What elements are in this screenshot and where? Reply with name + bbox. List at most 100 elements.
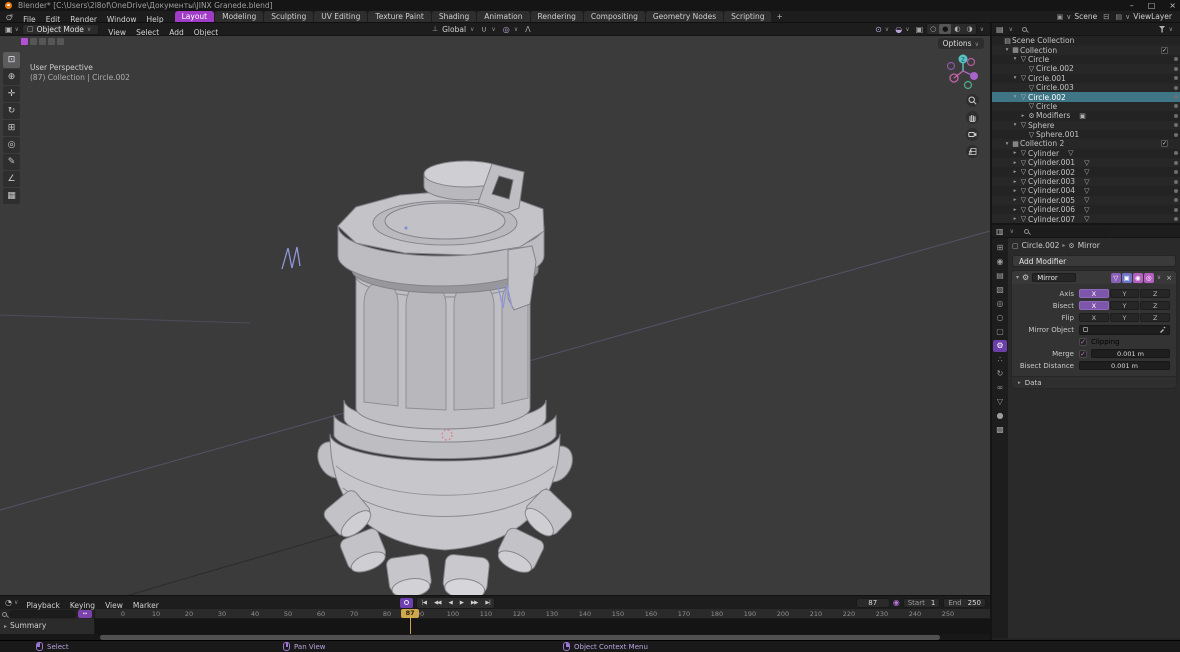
modifiers-tab[interactable]: ⚙ xyxy=(993,340,1007,352)
perspective-toggle-icon[interactable] xyxy=(966,145,979,158)
end-frame-field[interactable]: End 250 xyxy=(943,597,986,608)
summary-channel[interactable]: ▸ Summary xyxy=(0,619,94,630)
outliner-search[interactable] xyxy=(1018,24,1156,34)
row-restriction-icon[interactable] xyxy=(1174,95,1178,100)
mirror-object-field[interactable] xyxy=(1079,324,1170,335)
visibility-checkbox[interactable]: ✓ xyxy=(1161,46,1168,54)
constraints-tab[interactable]: ∞ xyxy=(993,382,1007,394)
properties-search[interactable] xyxy=(1020,226,1109,236)
outliner-row[interactable]: ▾ ▽ Sphere xyxy=(992,120,1180,130)
keying-set-icon[interactable]: ◉ xyxy=(893,598,900,607)
camera-view-icon[interactable] xyxy=(966,128,979,141)
outliner-row[interactable]: ▸ ▽ Cylinder.001 ▽ xyxy=(992,158,1180,168)
next-keyframe-button[interactable]: ▶▶ xyxy=(467,598,481,608)
show-gizmo-icon[interactable]: ⊙ xyxy=(875,25,882,34)
outliner-row[interactable]: ▾ ▽ Circle xyxy=(992,55,1180,64)
row-restriction-icon[interactable] xyxy=(1174,198,1178,203)
auto-keyframe-button[interactable] xyxy=(400,597,413,608)
on-cage-toggle[interactable]: ▽ xyxy=(1110,272,1121,283)
row-restriction-icon[interactable] xyxy=(1174,132,1178,137)
add-modifier-button[interactable]: Add Modifier xyxy=(1012,255,1176,267)
delete-modifier-icon[interactable]: × xyxy=(1166,274,1172,282)
edit-mode-toggle[interactable]: ▣ xyxy=(1121,272,1132,283)
row-restriction-icon[interactable] xyxy=(1174,188,1178,193)
outliner-row[interactable]: ▸ ▽ Cylinder.004 ▽ xyxy=(992,186,1180,195)
expand-arrow-icon[interactable]: ▾ xyxy=(1011,75,1019,81)
physics-tab[interactable]: ↻ xyxy=(993,368,1007,380)
outliner-row[interactable]: ▾ ▦ Collection 2 ✓ xyxy=(992,139,1180,149)
options-button[interactable]: Options ∨ xyxy=(937,38,984,49)
tab-animation[interactable]: Animation xyxy=(477,11,530,22)
breadcrumb-object[interactable]: Circle.002 xyxy=(1022,241,1060,250)
expand-arrow-icon[interactable]: ▾ xyxy=(1003,141,1011,147)
expand-arrow-icon[interactable]: ▸ xyxy=(1011,207,1019,213)
row-restriction-icon[interactable] xyxy=(1174,85,1178,90)
outliner-row[interactable]: ▸ ▽ Cylinder.002 ▽ xyxy=(992,167,1180,177)
proportional-editing-icon[interactable]: ◎ xyxy=(503,25,510,34)
outliner-row[interactable]: ▸ ▽ Cylinder ▽ xyxy=(992,149,1180,158)
snap-magnet-icon[interactable]: ∩ xyxy=(481,25,487,34)
tab-geometry-nodes[interactable]: Geometry Nodes xyxy=(645,11,724,22)
tool-chip[interactable] xyxy=(57,38,64,45)
tool-chip[interactable] xyxy=(30,38,37,45)
modifier-panel-header[interactable]: ▾ ⚙ Mirror ▽ ▣ ◉ ◎ ∨ × xyxy=(1012,271,1176,284)
outliner-row[interactable]: ▽ Circle xyxy=(992,101,1180,112)
row-restriction-icon[interactable] xyxy=(1174,104,1178,109)
measure-tool[interactable]: ∠ xyxy=(3,171,20,187)
play-button[interactable]: ▶ xyxy=(456,598,467,608)
outliner-row[interactable]: ▽ Circle.002 xyxy=(992,64,1180,74)
merge-checkbox[interactable]: ✓ xyxy=(1079,349,1087,358)
select-box-tool[interactable]: ⊡ xyxy=(3,52,20,68)
xray-toggle-icon[interactable]: ▣ xyxy=(916,25,924,34)
visibility-checkbox[interactable]: ✓ xyxy=(1161,140,1168,148)
gizmo-neg-x-axis[interactable] xyxy=(946,61,956,71)
outliner-row[interactable]: ▤ Scene Collection xyxy=(992,36,1180,45)
editor-type-properties-icon[interactable]: ▥ xyxy=(996,227,1006,236)
modifier-extras-icon[interactable]: ∨ xyxy=(1157,274,1161,281)
expand-arrow-icon[interactable]: ▾ xyxy=(1011,56,1019,62)
timeline-ruler[interactable]: 0 10 20 30 40 50 60 70 80 90 100 110 120 130 140 150 160… xyxy=(95,609,990,619)
row-restriction-icon[interactable] xyxy=(1174,207,1178,212)
view-layer-tab[interactable]: ▧ xyxy=(993,284,1007,296)
row-restriction-icon[interactable] xyxy=(1174,123,1178,128)
data-tab[interactable]: ▽ xyxy=(993,396,1007,408)
prev-keyframe-button[interactable]: ◀◀ xyxy=(430,598,444,608)
expand-arrow-icon[interactable]: ▾ xyxy=(1011,122,1019,128)
expand-arrow-icon[interactable]: ▸ xyxy=(1019,113,1027,119)
expand-arrow-icon[interactable]: ▾ xyxy=(1011,94,1019,100)
axis-y-button[interactable]: Y xyxy=(1109,289,1140,298)
navigation-gizmo[interactable]: Z xyxy=(944,52,982,90)
row-restriction-icon[interactable] xyxy=(1174,66,1178,71)
shading-mode-0[interactable]: ○ xyxy=(927,24,939,34)
shading-mode-3[interactable]: ◑ xyxy=(963,24,975,34)
gizmo-x-axis[interactable] xyxy=(970,72,978,80)
outliner-row[interactable]: ▸ ⚙ Modifiers ▣ xyxy=(992,111,1180,120)
expand-arrow-icon[interactable]: ▸ xyxy=(1011,197,1019,203)
timeline-track-area[interactable]: 0 10 20 30 40 50 60 70 80 90 100 110 120 130 140 150 160… xyxy=(95,609,990,634)
viewport-canvas[interactable]: User Perspective (87) Collection | Circl… xyxy=(0,36,990,595)
timeline-menu-playback[interactable]: Playback xyxy=(21,601,64,610)
mode-selector[interactable]: ▢ Object Mode ∨ xyxy=(21,23,100,35)
tab-compositing[interactable]: Compositing xyxy=(583,11,645,22)
annotate-tool[interactable]: ✎ xyxy=(3,154,20,170)
outliner-row[interactable]: ▸ ▽ Cylinder.006 ▽ xyxy=(992,205,1180,214)
row-restriction-icon[interactable] xyxy=(1174,160,1178,165)
lattice-widget-left[interactable] xyxy=(281,246,301,270)
outliner-row[interactable]: ▾ ▽ Circle.002 xyxy=(992,92,1180,102)
axis-z-button[interactable]: Z xyxy=(1140,289,1171,298)
tab-texture-paint[interactable]: Texture Paint xyxy=(368,11,431,22)
row-restriction-icon[interactable] xyxy=(1174,113,1178,118)
outliner-row[interactable]: ▸ ▽ Cylinder.003 ▽ xyxy=(992,176,1180,187)
bisect-y-button[interactable]: Y xyxy=(1109,301,1140,310)
scene-selector[interactable]: ▣ ∨ Scene xyxy=(1057,12,1098,21)
cursor-tool[interactable]: ⊕ xyxy=(3,69,20,85)
tab-scripting[interactable]: Scripting xyxy=(724,11,772,22)
render-tab[interactable]: ◉ xyxy=(993,256,1007,268)
expand-arrow-icon[interactable]: ▸ xyxy=(1011,160,1019,166)
clipping-checkbox[interactable]: ✓ xyxy=(1079,337,1087,346)
material-tab[interactable]: ● xyxy=(993,410,1007,422)
add-primitive-tool[interactable]: ▦ xyxy=(3,188,20,204)
object-tab[interactable]: ▢ xyxy=(993,326,1007,338)
tool-chip[interactable] xyxy=(48,38,55,45)
modifier-name-field[interactable]: Mirror xyxy=(1032,273,1077,282)
